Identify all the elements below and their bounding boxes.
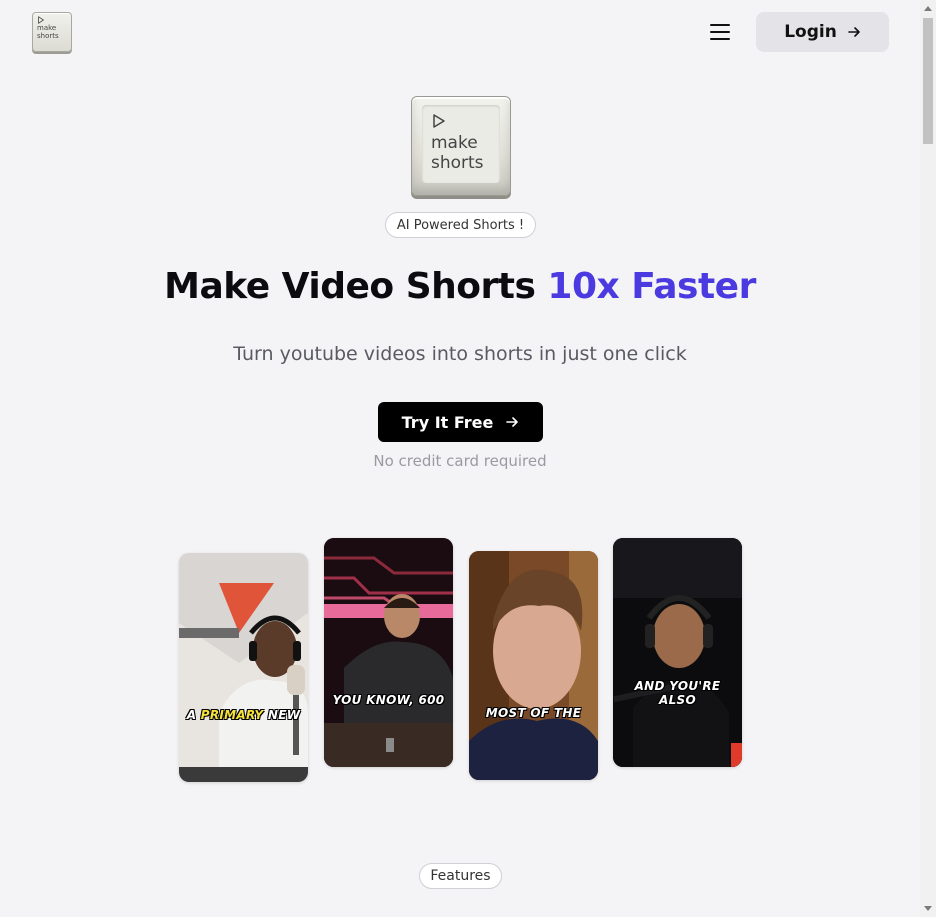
video-thumbnail-3 (469, 551, 598, 780)
hero-logo: make shorts (411, 96, 511, 196)
scroll-down-arrow-icon[interactable] (924, 906, 932, 911)
video-caption: A PRIMARY NEW (186, 708, 301, 722)
try-it-free-button[interactable]: Try It Free (378, 402, 543, 442)
headline-main: Make Video Shorts (164, 266, 548, 307)
features-section-label: Features (419, 863, 502, 889)
logo-text: make shorts (37, 24, 59, 40)
cta-label: Try It Free (401, 412, 494, 432)
video-thumbnail-1 (179, 553, 308, 782)
logo[interactable]: make shorts (32, 12, 72, 52)
video-caption: MOST OF THE (485, 706, 582, 720)
ai-powered-badge: AI Powered Shorts ! (385, 212, 536, 238)
hero-logo-keycap: make shorts (422, 105, 500, 183)
video-short-card[interactable]: YOU KNOW, 600 (324, 538, 453, 767)
scroll-up-arrow-icon[interactable] (924, 6, 932, 11)
play-icon (38, 16, 45, 24)
video-caption: YOU KNOW, 600 (332, 693, 445, 707)
hero-logo-text-line2: shorts (431, 153, 484, 173)
arrow-right-icon (848, 27, 860, 37)
video-thumbnail-4 (613, 538, 742, 767)
no-credit-card-note: No credit card required (373, 452, 547, 470)
video-short-card[interactable]: MOST OF THE (469, 551, 598, 780)
scrollbar-thumb[interactable] (923, 18, 933, 144)
video-short-card[interactable]: A PRIMARY NEW (179, 553, 308, 782)
login-button[interactable]: Login (756, 12, 889, 52)
video-caption: AND YOU'RE ALSO (634, 679, 721, 707)
page-scrollbar[interactable] (920, 0, 936, 917)
subheadline: Turn youtube videos into shorts in just … (233, 343, 687, 365)
hamburger-menu-icon[interactable] (710, 24, 730, 40)
video-short-card[interactable]: AND YOU'RE ALSO (613, 538, 742, 767)
login-button-label: Login (784, 22, 837, 42)
video-thumbnail-2 (324, 538, 453, 767)
hero-logo-text-line1: make (431, 133, 478, 153)
arrow-right-icon (506, 417, 519, 427)
site-header: make shorts Login (0, 0, 920, 64)
headline-accent: 10x Faster (547, 266, 756, 307)
page-title: Make Video Shorts 10x Faster (0, 266, 920, 307)
play-icon (433, 114, 445, 128)
